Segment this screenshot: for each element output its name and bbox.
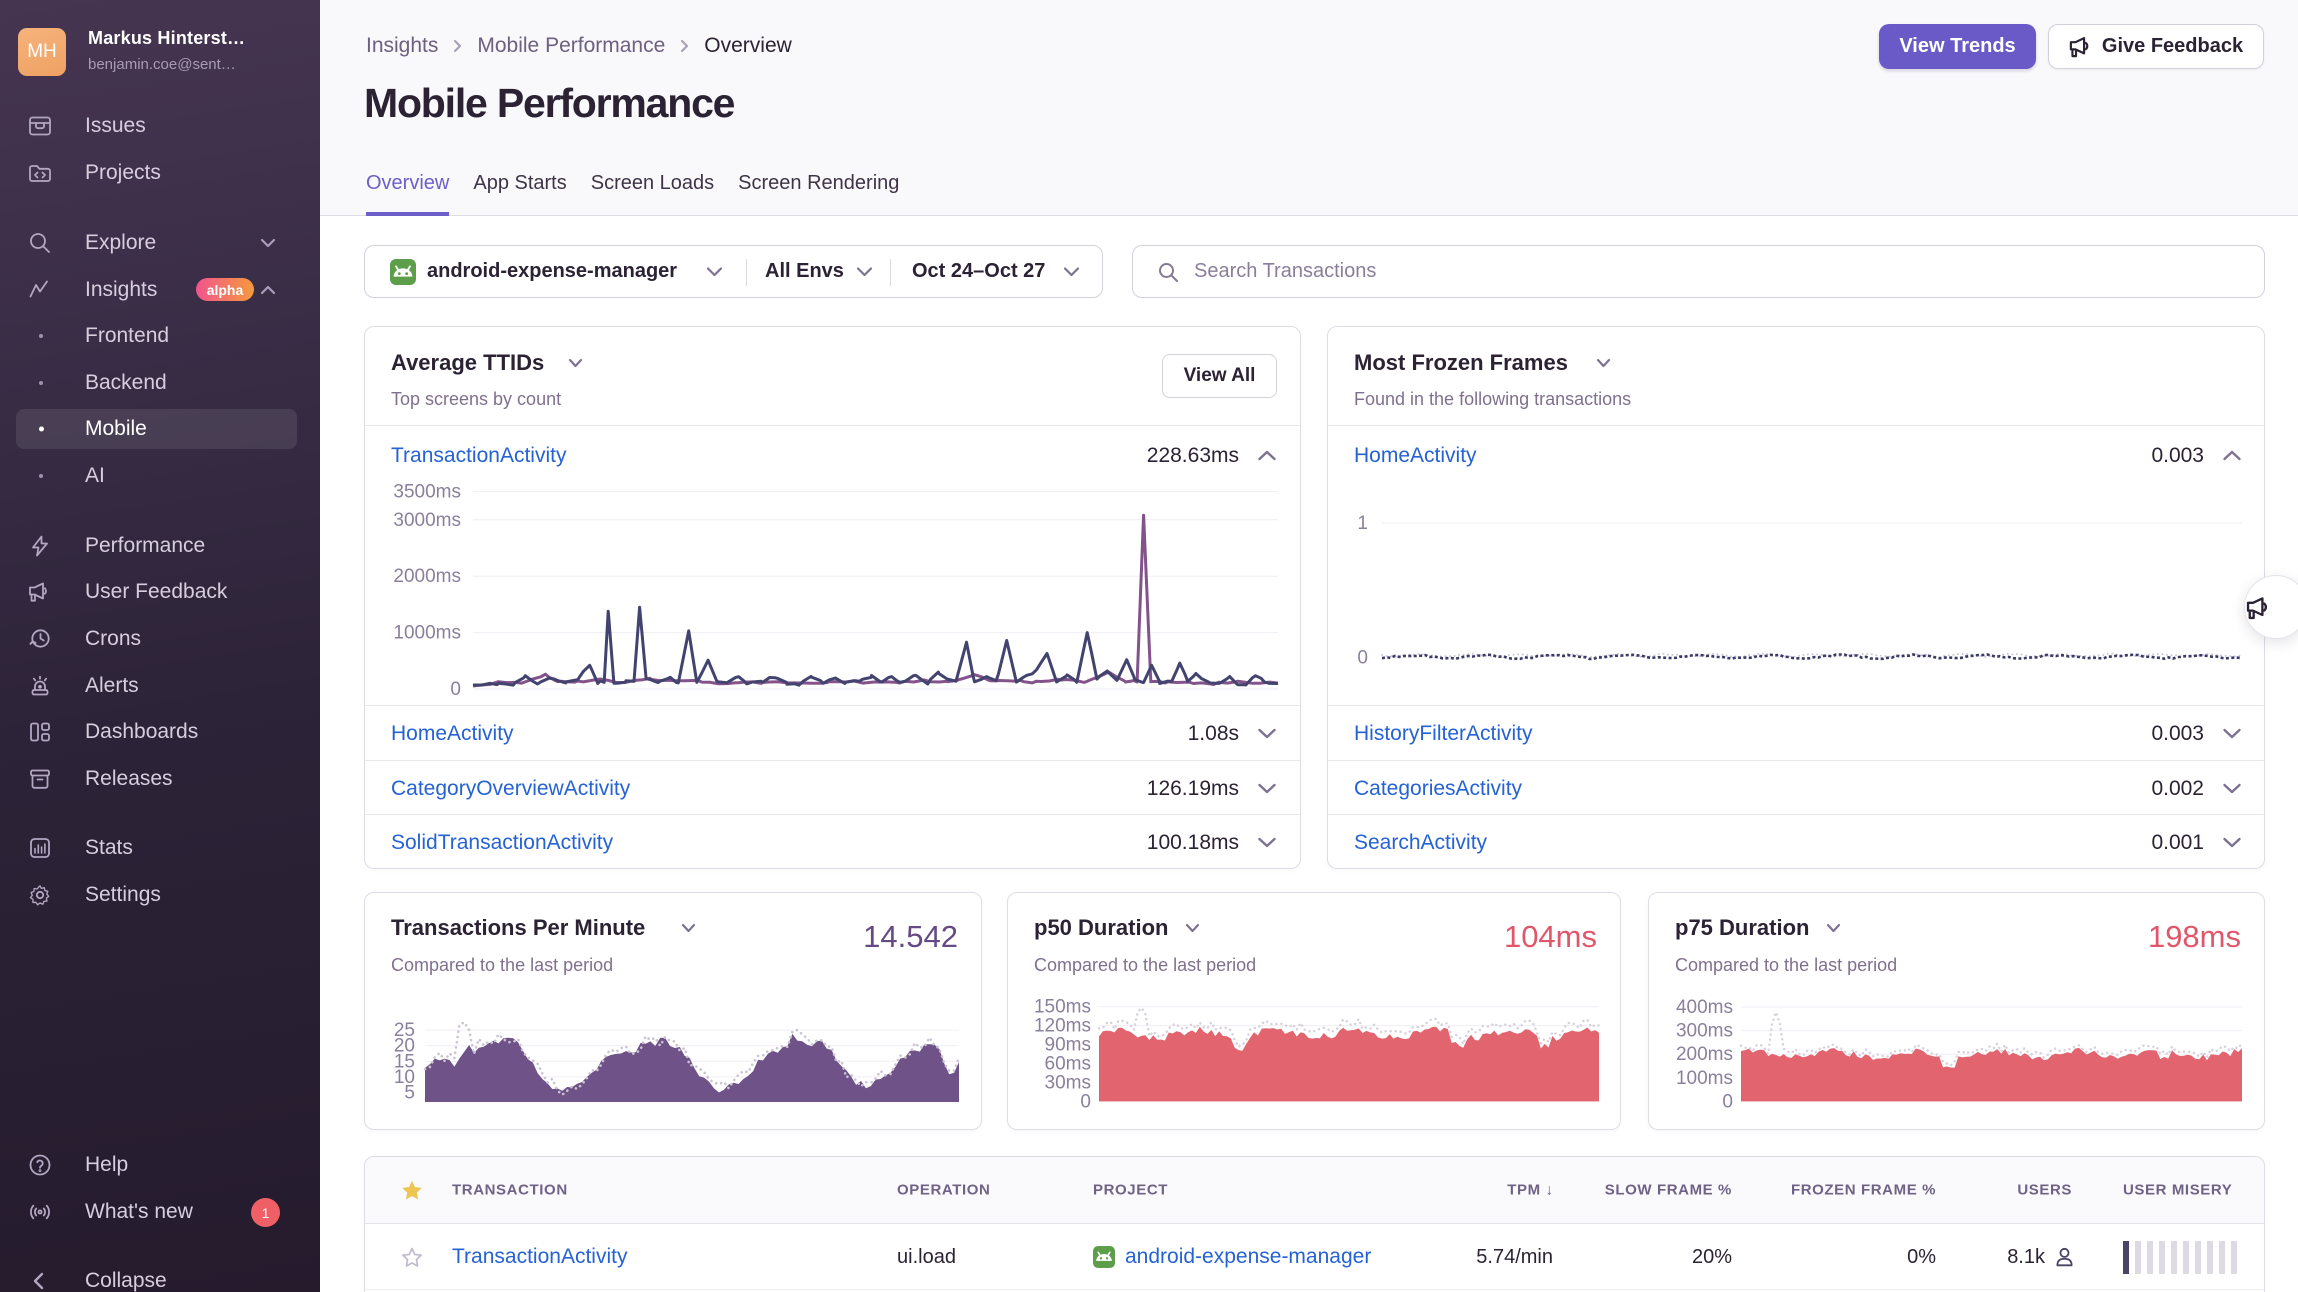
svg-text:90ms: 90ms xyxy=(1045,1035,1091,1056)
svg-text:30ms: 30ms xyxy=(1045,1073,1091,1094)
svg-text:150ms: 150ms xyxy=(1034,999,1091,1018)
svg-text:200ms: 200ms xyxy=(1676,1044,1733,1065)
svg-text:0: 0 xyxy=(450,679,461,700)
svg-text:120ms: 120ms xyxy=(1034,1016,1091,1037)
svg-text:0: 0 xyxy=(1357,648,1368,669)
svg-text:3000ms: 3000ms xyxy=(393,510,461,531)
svg-text:1: 1 xyxy=(1357,513,1368,534)
svg-text:1000ms: 1000ms xyxy=(393,623,461,644)
svg-text:400ms: 400ms xyxy=(1676,999,1733,1018)
svg-text:300ms: 300ms xyxy=(1676,1021,1733,1042)
svg-text:2000ms: 2000ms xyxy=(393,566,461,587)
svg-text:100ms: 100ms xyxy=(1676,1068,1733,1089)
svg-text:0: 0 xyxy=(1722,1091,1733,1112)
svg-text:0: 0 xyxy=(1080,1091,1091,1112)
svg-text:25: 25 xyxy=(394,1020,415,1041)
svg-text:60ms: 60ms xyxy=(1045,1054,1091,1075)
svg-text:3500ms: 3500ms xyxy=(393,482,461,503)
